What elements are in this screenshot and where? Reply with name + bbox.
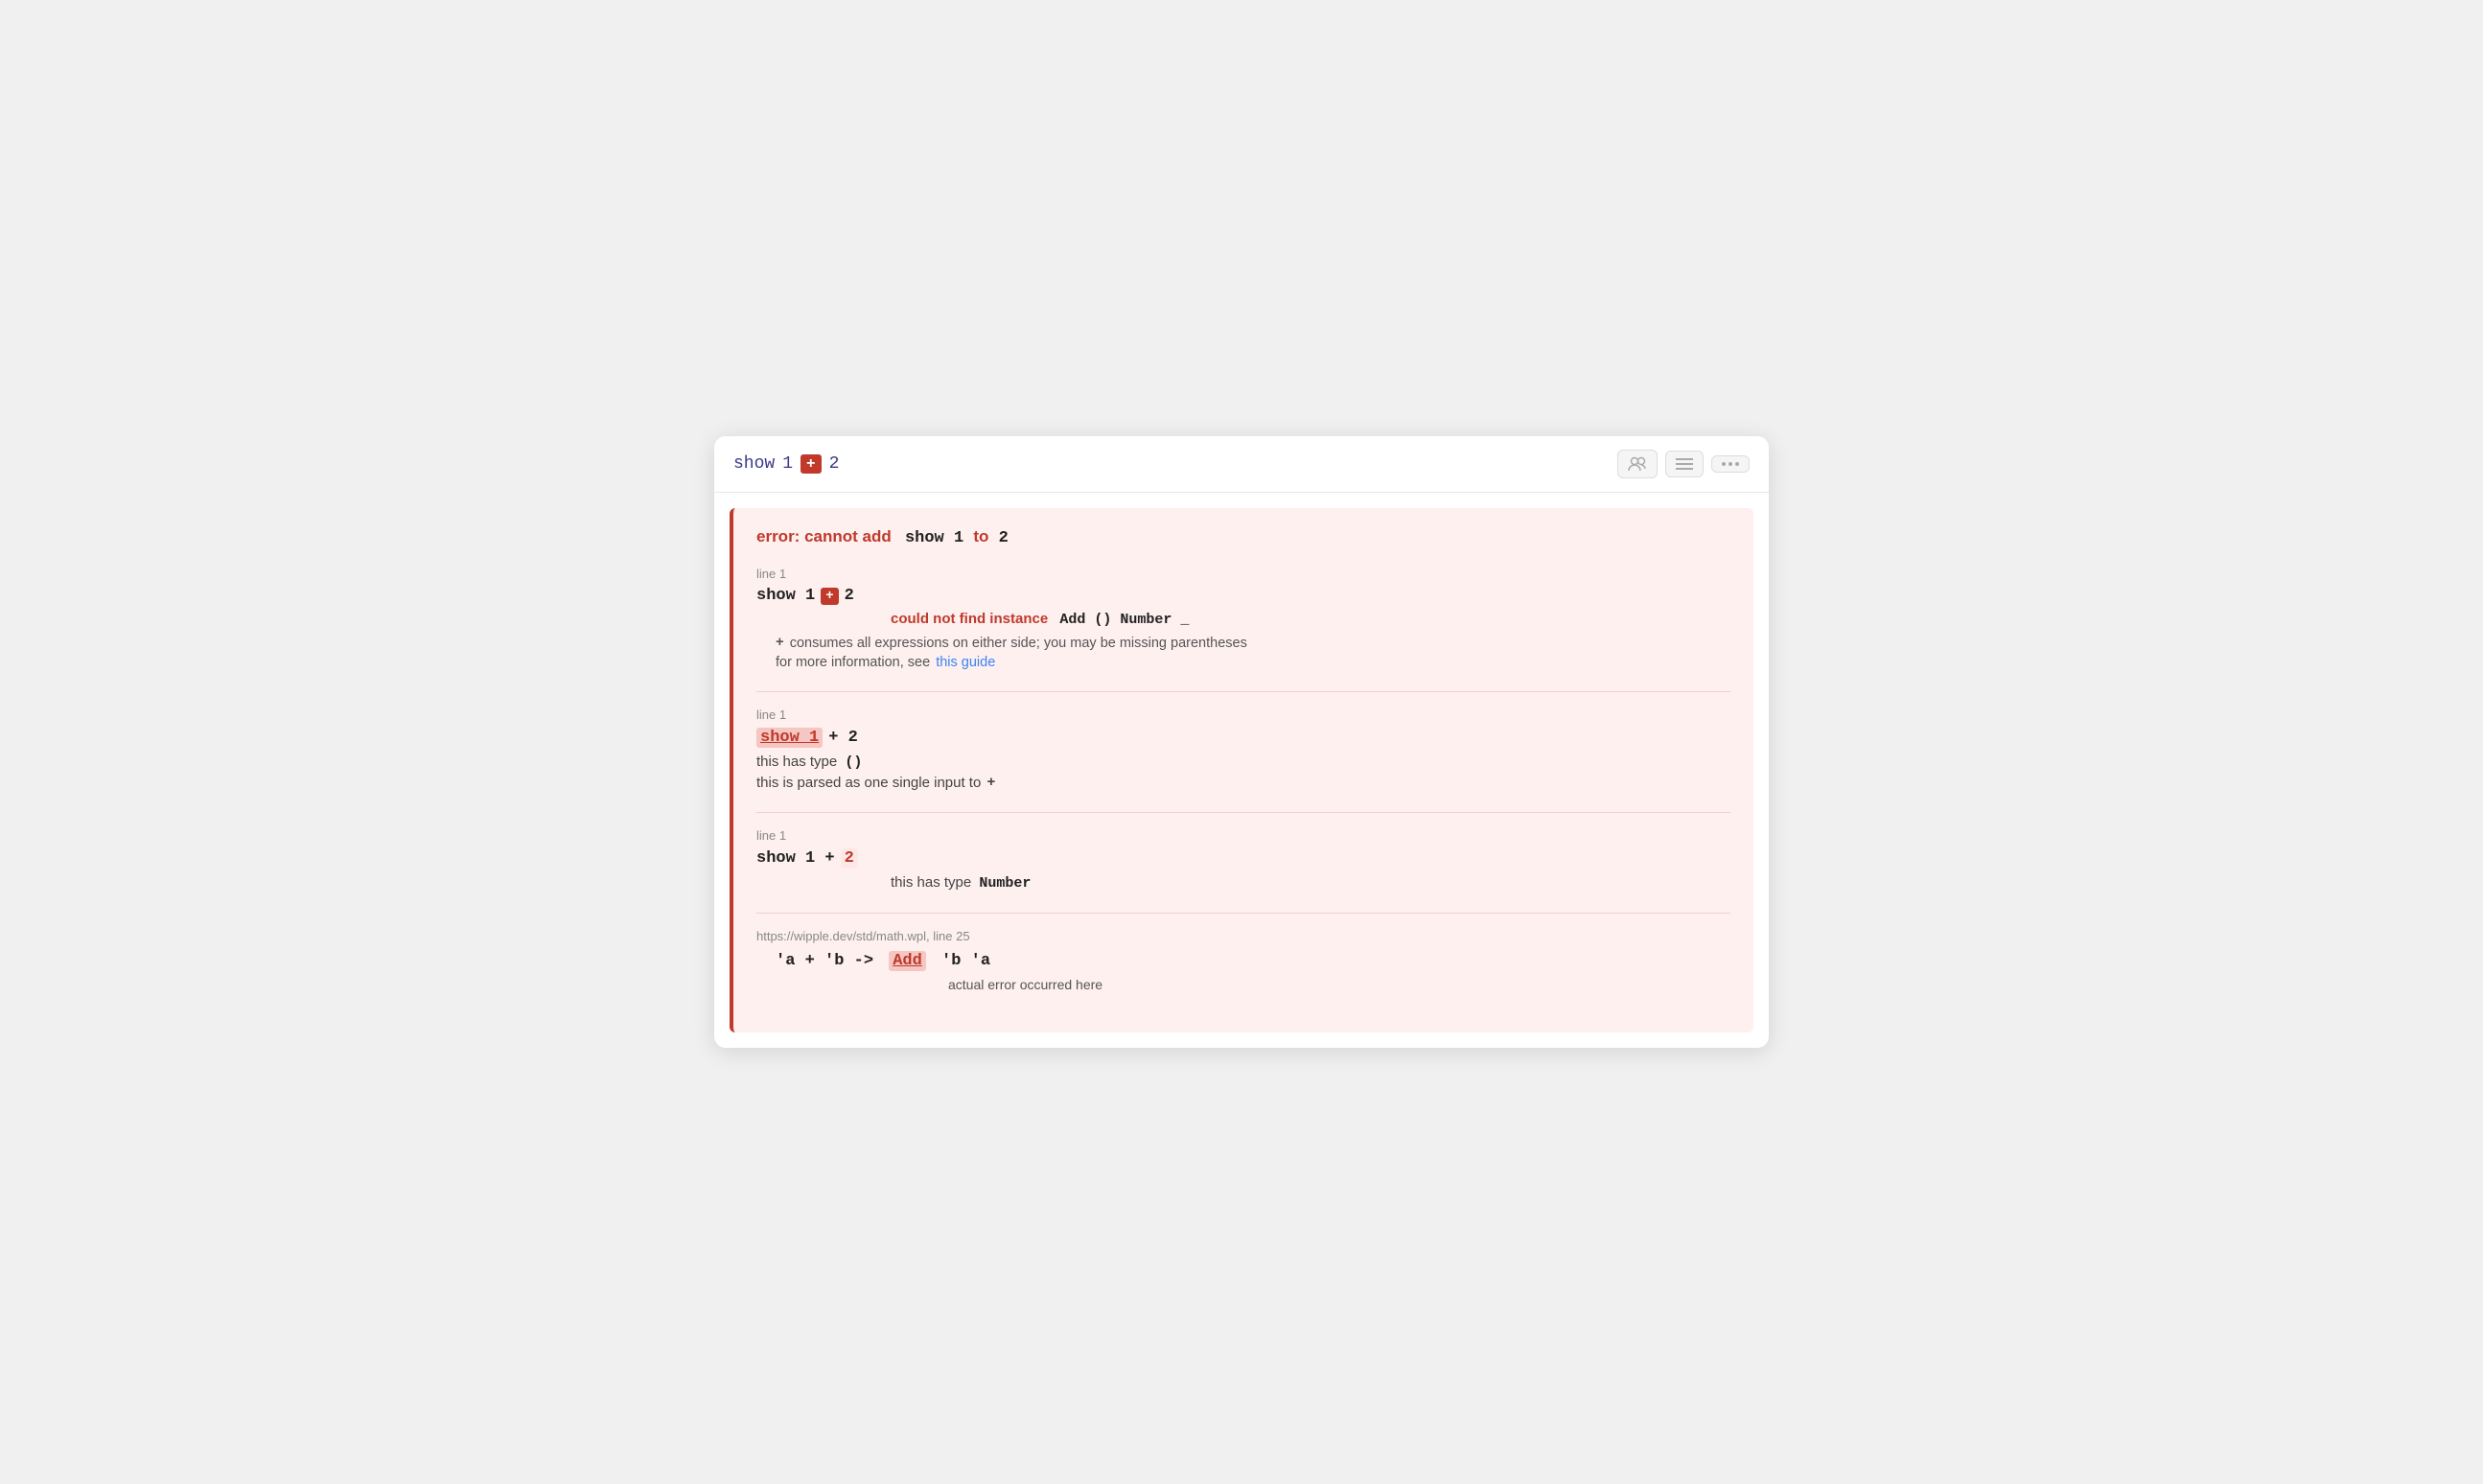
this-has-type-label-3: this has type [891, 874, 971, 891]
code-highlight-add: Add [889, 951, 926, 971]
error-title-to: to [973, 527, 988, 545]
more-icon [1722, 462, 1739, 466]
this-guide-link[interactable]: this guide [936, 655, 995, 670]
lines-button[interactable] [1665, 451, 1704, 477]
code-line-2: show 1 + 2 [756, 728, 1730, 748]
error-title-prefix: error: cannot add [756, 527, 892, 545]
users-icon [1628, 456, 1647, 472]
code-show-1: show 1 [756, 587, 815, 605]
divider-2 [756, 812, 1730, 813]
error-title: error: cannot add show 1 to 2 [756, 527, 1730, 547]
parsed-as-msg: this is parsed as one single input to + [756, 775, 1730, 791]
code-prefix-3: show 1 + [756, 849, 835, 868]
code-indent-4: 'a + 'b -> [776, 952, 883, 970]
main-window: show 1 + 2 [714, 436, 1769, 1048]
source-ref: https://wipple.dev/std/math.wpl, line 25 [756, 929, 1730, 943]
this-has-type-val-2: () [845, 754, 862, 771]
toolbar-actions [1617, 450, 1750, 478]
hint-guide: for more information, see this guide [776, 655, 1730, 670]
toolbar: show 1 + 2 [714, 436, 1769, 493]
parsed-as-text: this is parsed as one single input to [756, 775, 981, 791]
could-not-find-code: Add () Number _ [1059, 612, 1189, 628]
error-title-space [895, 527, 900, 545]
error-section-1: line 1 show 1 + 2 could not find instanc… [756, 567, 1730, 670]
code-rest-2: + 2 [828, 729, 858, 747]
hint-guide-prefix: for more information, see [776, 655, 930, 670]
code-num1: 1 [782, 454, 793, 474]
divider-1 [756, 691, 1730, 692]
code-line-3: show 1 + 2 [756, 848, 1730, 869]
divider-3 [756, 913, 1730, 914]
actual-error-msg: actual error occurred here [948, 977, 1730, 992]
code-line-4: 'a + 'b -> Add 'b 'a [756, 951, 1730, 971]
code-highlight-show1: show 1 [756, 728, 823, 748]
plus-badge: + [801, 454, 822, 474]
this-has-type-2: this has type () [756, 754, 1730, 771]
code-expression: show 1 + 2 [733, 454, 839, 474]
line-label-3: line 1 [756, 828, 1730, 843]
code-line-1: show 1 + 2 [756, 587, 1730, 605]
code-highlight-2: 2 [841, 848, 858, 869]
error-section-2: line 1 show 1 + 2 this has type () this … [756, 707, 1730, 791]
code-show: show [733, 454, 775, 474]
hint-op: + [776, 636, 784, 651]
error-section-4: https://wipple.dev/std/math.wpl, line 25… [756, 929, 1730, 992]
error-title-code: show 1 to 2 [905, 529, 1009, 547]
hint-msg: consumes all expressions on either side;… [790, 636, 1247, 651]
error-section-3: line 1 show 1 + 2 this has type Number [756, 828, 1730, 892]
could-not-find-msg: could not find instance Add () Number _ [891, 611, 1730, 628]
parsed-as-op: + [986, 775, 995, 791]
users-button[interactable] [1617, 450, 1658, 478]
error-panel: error: cannot add show 1 to 2 line 1 sho… [730, 508, 1753, 1032]
this-has-type-val-3: Number [979, 875, 1031, 892]
code-plus-1: + [821, 588, 838, 605]
more-button[interactable] [1711, 455, 1750, 473]
could-not-find-prefix: could not find instance [891, 611, 1048, 627]
lines-icon [1676, 457, 1693, 471]
code-num-1: 2 [845, 587, 854, 605]
line-label-1: line 1 [756, 567, 1730, 581]
this-has-type-label-2: this has type [756, 754, 837, 770]
this-has-type-3: this has type Number [891, 874, 1730, 892]
code-num2: 2 [829, 454, 840, 474]
line-label-2: line 1 [756, 707, 1730, 722]
code-suffix-4: 'b 'a [932, 952, 990, 970]
hint-text-1: + consumes all expressions on either sid… [776, 636, 1730, 651]
